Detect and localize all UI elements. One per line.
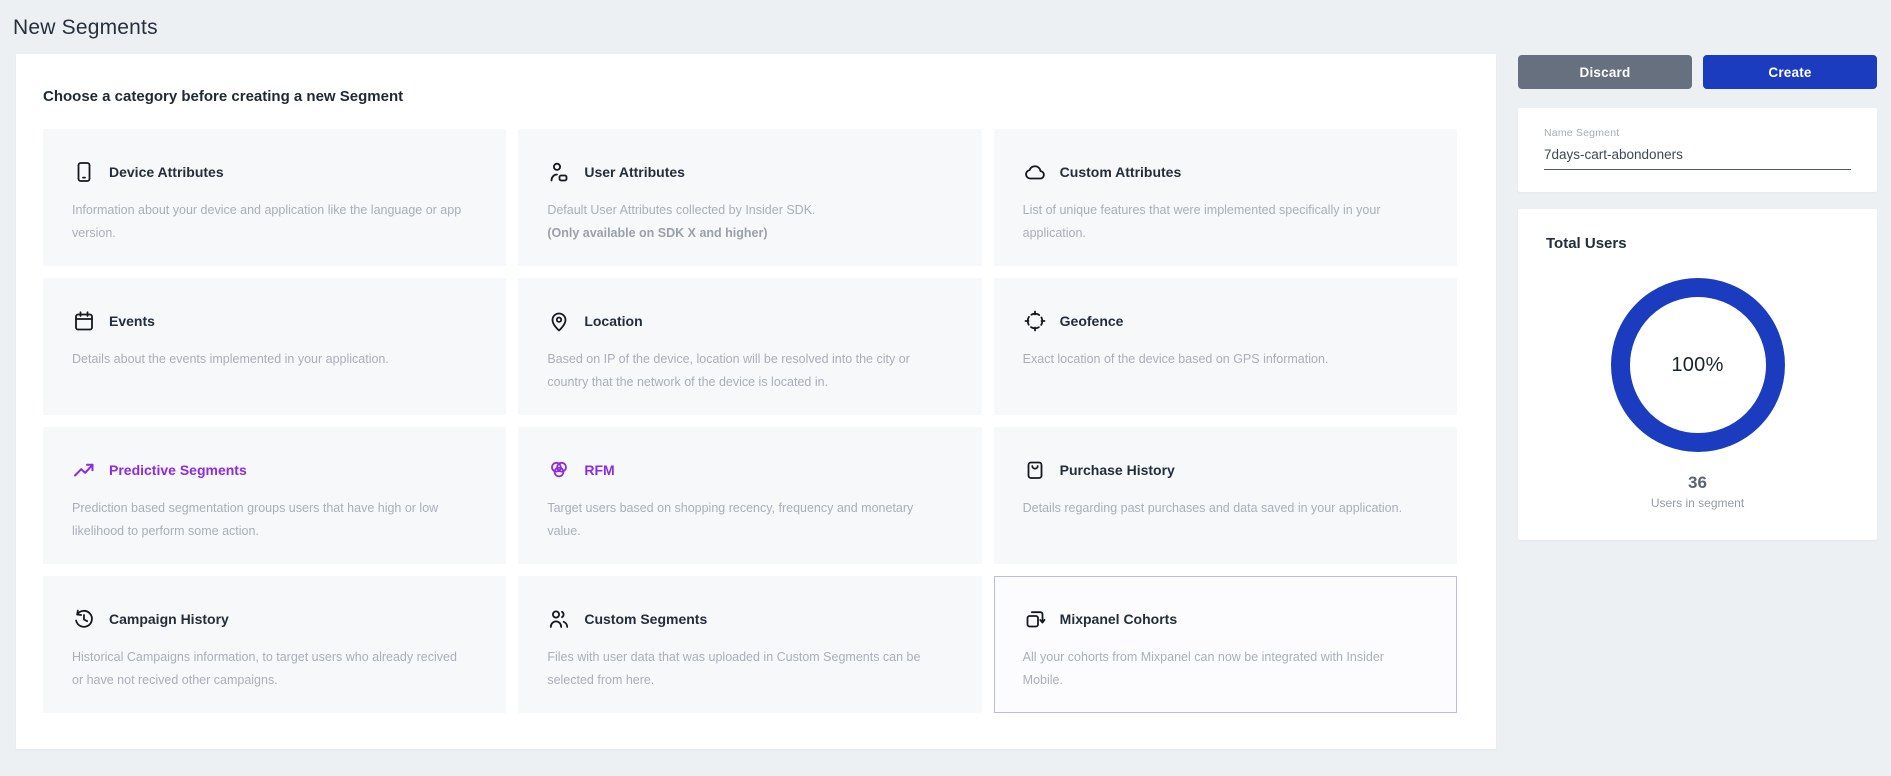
history-clock-icon [72, 607, 96, 631]
category-label: Device Attributes [109, 164, 224, 180]
category-label: Location [584, 313, 642, 329]
category-card-rfm[interactable]: RFM Target users based on shopping recen… [518, 427, 981, 564]
category-grid: Device Attributes Information about your… [43, 129, 1457, 713]
shopping-bag-icon [1023, 458, 1047, 482]
cloud-icon [1023, 160, 1047, 184]
create-button[interactable]: Create [1703, 55, 1877, 89]
calendar-icon [72, 309, 96, 333]
users-donut-chart: 100% [1611, 278, 1785, 452]
total-users-card: Total Users 100% 36 Users in segment [1518, 209, 1877, 540]
discard-button[interactable]: Discard [1518, 55, 1692, 89]
venn-diagram-icon [547, 458, 571, 482]
category-description: All your cohorts from Mixpanel can now b… [1023, 646, 1418, 691]
category-card-location[interactable]: Location Based on IP of the device, loca… [518, 278, 981, 415]
category-description: List of unique features that were implem… [1023, 199, 1418, 244]
category-card-custom-attributes[interactable]: Custom Attributes List of unique feature… [994, 129, 1457, 266]
category-panel-heading: Choose a category before creating a new … [43, 88, 1496, 105]
segment-sidebar: Discard Create Name Segment Total Users … [1518, 55, 1877, 540]
device-icon [72, 160, 96, 184]
category-description: Information about your device and applic… [72, 199, 467, 244]
category-card-user-attributes[interactable]: User Attributes Default User Attributes … [518, 129, 981, 266]
cohort-sync-icon [1023, 607, 1047, 631]
category-description: Prediction based segmentation groups use… [72, 497, 467, 542]
category-label: User Attributes [584, 164, 685, 180]
category-label: Events [109, 313, 155, 329]
category-label: Purchase History [1060, 462, 1175, 478]
total-users-title: Total Users [1546, 235, 1849, 252]
name-segment-label: Name Segment [1544, 127, 1851, 139]
users-count: 36 [1546, 473, 1849, 493]
category-description: Default User Attributes collected by Ins… [547, 199, 942, 244]
donut-percent-label: 100% [1671, 354, 1723, 377]
trending-up-icon [72, 458, 96, 482]
category-label: Predictive Segments [109, 462, 247, 478]
category-card-predictive-segments[interactable]: Predictive Segments Prediction based seg… [43, 427, 506, 564]
category-label: Geofence [1060, 313, 1124, 329]
category-description: Details about the events implemented in … [72, 348, 467, 371]
category-description: Files with user data that was uploaded i… [547, 646, 942, 691]
category-label: Custom Segments [584, 611, 707, 627]
users-icon [547, 607, 571, 631]
category-card-mixpanel-cohorts[interactable]: Mixpanel Cohorts All your cohorts from M… [994, 576, 1457, 713]
category-label: Custom Attributes [1060, 164, 1182, 180]
category-label: Campaign History [109, 611, 229, 627]
action-buttons: Discard Create [1518, 55, 1877, 89]
category-label: Mixpanel Cohorts [1060, 611, 1177, 627]
user-badge-icon [547, 160, 571, 184]
category-card-device-attributes[interactable]: Device Attributes Information about your… [43, 129, 506, 266]
category-description-note: (Only available on SDK X and higher) [547, 226, 767, 240]
category-card-purchase-history[interactable]: Purchase History Details regarding past … [994, 427, 1457, 564]
category-description: Historical Campaigns information, to tar… [72, 646, 467, 691]
users-caption: Users in segment [1546, 496, 1849, 510]
category-label: RFM [584, 462, 614, 478]
category-card-geofence[interactable]: Geofence Exact location of the device ba… [994, 278, 1457, 415]
category-description: Target users based on shopping recency, … [547, 497, 942, 542]
category-description: Based on IP of the device, location will… [547, 348, 942, 393]
category-card-custom-segments[interactable]: Custom Segments Files with user data tha… [518, 576, 981, 713]
category-card-events[interactable]: Events Details about the events implemen… [43, 278, 506, 415]
name-segment-input[interactable] [1544, 145, 1851, 170]
category-description: Exact location of the device based on GP… [1023, 348, 1418, 371]
category-card-campaign-history[interactable]: Campaign History Historical Campaigns in… [43, 576, 506, 713]
map-pin-icon [547, 309, 571, 333]
crosshair-icon [1023, 309, 1047, 333]
category-description: Details regarding past purchases and dat… [1023, 497, 1418, 520]
category-panel: Choose a category before creating a new … [16, 54, 1496, 749]
page-title: New Segments [13, 16, 158, 40]
name-segment-card: Name Segment [1518, 108, 1877, 192]
